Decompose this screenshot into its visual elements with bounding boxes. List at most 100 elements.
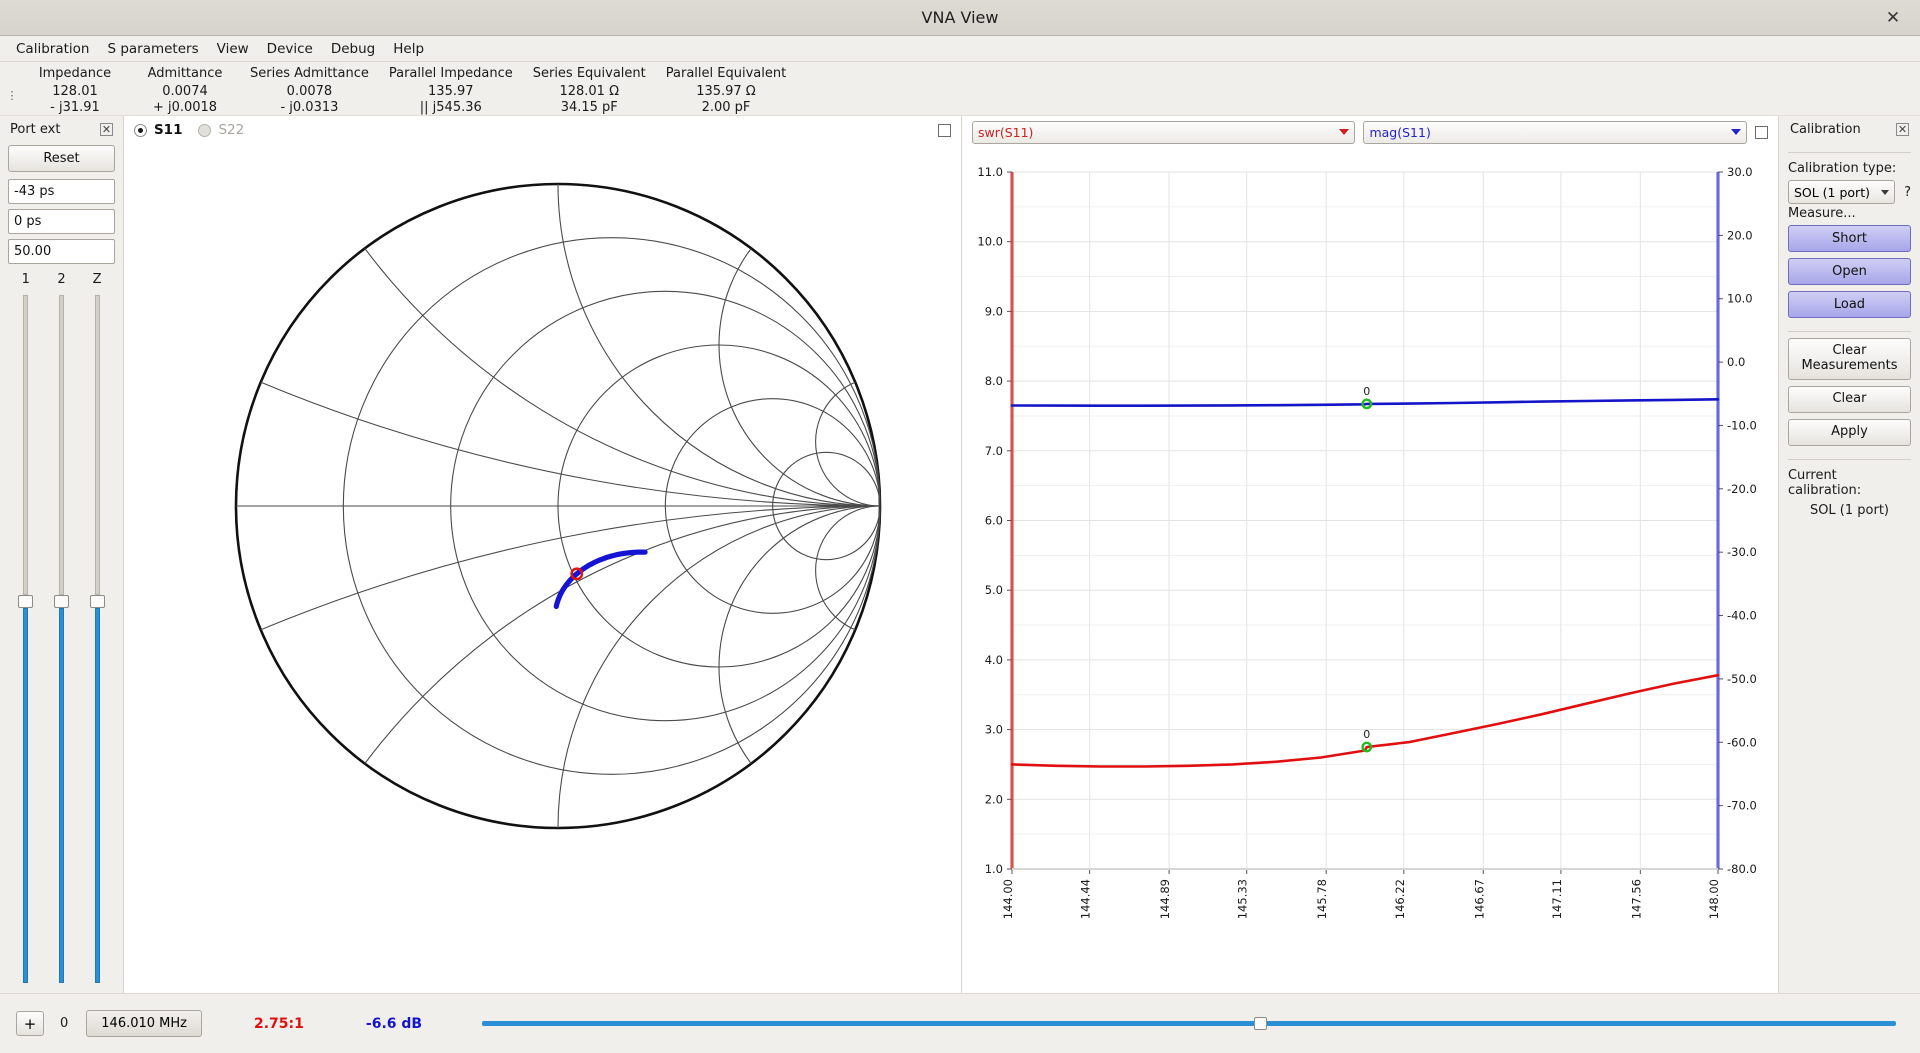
meas-header: Impedance [38,66,112,81]
add-marker-button[interactable]: + [16,1011,44,1036]
reset-button[interactable]: Reset [8,145,115,172]
meas-value-imag: 2.00 pF [701,100,751,115]
smith-detach-icon[interactable] [937,123,951,137]
slider-track-upper [58,295,64,595]
radio-s22[interactable]: S22 [198,122,244,138]
measure-open-button[interactable]: Open [1787,258,1911,285]
svg-text:10.0: 10.0 [1727,292,1753,306]
port-ext-delay2-field[interactable] [8,209,115,234]
svg-text:-20.0: -20.0 [1727,482,1757,496]
rectangular-chart-header: swr(S11) mag(S11) [962,116,1778,144]
svg-text:-60.0: -60.0 [1727,735,1757,749]
svg-text:0: 0 [1363,385,1370,398]
slider-handle[interactable] [1253,1017,1267,1030]
svg-text:4.0: 4.0 [985,653,1003,667]
menu-item-view[interactable]: View [208,38,258,60]
meas-col-parallel-equivalent: Parallel Equivalent 135.97 Ω 2.00 pF [656,62,796,115]
divider [1787,458,1911,460]
slider-impedance[interactable] [79,295,114,983]
menubar: Calibration S parameters View Device Deb… [0,36,1920,62]
trace1-select[interactable]: swr(S11) [971,120,1356,144]
meas-col-impedance: Impedance 128.01 - j31.91 [20,62,130,115]
svg-text:2.0: 2.0 [985,792,1003,806]
status-bar: + 0 146.010 MHz 2.75:1 -6.6 dB [0,993,1920,1053]
svg-text:7.0: 7.0 [985,444,1003,458]
port-ext-title: Port ext [10,122,61,137]
svg-text:11.0: 11.0 [977,165,1003,179]
slider-track-lower [94,608,100,983]
svg-text:147.56: 147.56 [1629,879,1643,919]
menu-item-device[interactable]: Device [258,38,322,60]
menu-item-s-parameters[interactable]: S parameters [98,38,207,60]
close-icon[interactable]: ✕ [1896,123,1909,136]
apply-button[interactable]: Apply [1787,418,1911,446]
current-calibration-label: Current calibration: [1787,467,1862,498]
clear-measurements-button[interactable]: Clear Measurements [1787,338,1911,380]
chevron-down-icon [1730,129,1741,135]
svg-text:0: 0 [1363,728,1370,741]
slider-handle[interactable] [53,595,69,608]
rectangular-chart-canvas[interactable]: 11.0 10.0 9.0 8.0 7.0 6.0 5.0 4.0 3.0 2.0 1.0 30.0 2… [962,144,1778,993]
trace2-select[interactable]: mag(S11) [1363,120,1747,144]
radio-s11[interactable]: S11 [133,122,182,138]
meas-header: Admittance [147,66,223,81]
meas-value-imag: 34.15 pF [560,100,618,115]
slider-port1[interactable] [8,295,43,983]
svg-text:-10.0: -10.0 [1727,418,1757,432]
slider-track-lower [23,608,29,983]
port-ext-header: Port ext ✕ [8,116,115,145]
meas-value: 128.01 [52,84,98,99]
clear-measurements-line1: Clear [1832,343,1867,358]
slider-label-2: 2 [57,272,66,287]
measure-load-button[interactable]: Load [1787,291,1911,318]
svg-text:-80.0: -80.0 [1727,862,1757,876]
svg-text:148.00: 148.00 [1707,879,1721,919]
measure-short-button[interactable]: Short [1787,225,1911,252]
svg-text:145.33: 145.33 [1236,879,1250,919]
divider [1787,152,1911,153]
slider-track-upper [94,295,100,595]
slider-port2[interactable] [44,295,79,983]
svg-text:-40.0: -40.0 [1727,609,1757,623]
meas-value: 128.01 Ω [559,84,620,99]
current-calibration-value: SOL (1 port) [1809,502,1889,518]
svg-text:144.44: 144.44 [1079,879,1093,919]
slider-handle[interactable] [89,595,105,608]
smith-chart-canvas[interactable] [124,144,961,993]
meas-col-parallel-impedance: Parallel Impedance 135.97 || j545.36 [379,62,523,115]
svg-text:-30.0: -30.0 [1727,545,1757,559]
svg-text:6.0: 6.0 [985,514,1003,528]
rectangular-chart-pane: swr(S11) mag(S11) 11.0 10.0 9.0 8.0 7.0 6.0 5.… [961,116,1779,993]
svg-text:146.67: 146.67 [1472,879,1486,919]
clear-button[interactable]: Clear [1787,385,1911,413]
slider-track [482,1021,1896,1026]
slider-handle[interactable] [18,595,34,608]
close-icon[interactable]: ✕ [1880,5,1906,31]
meas-header: Series Admittance [250,66,369,81]
meas-value-imag: - j31.91 [50,100,100,115]
menu-item-calibration[interactable]: Calibration [7,38,98,60]
radio-dot-icon [133,123,147,137]
close-icon[interactable]: ✕ [99,123,113,136]
rect-detach-icon[interactable] [1754,125,1768,139]
measurement-summary-table: ⋮ Impedance 128.01 - j31.91 Admittance 0… [0,62,1920,116]
svg-text:-70.0: -70.0 [1727,799,1757,813]
svg-text:5.0: 5.0 [985,583,1003,597]
smith-chart-svg [234,182,882,830]
marker-frequency-field[interactable]: 146.010 MHz [86,1010,202,1037]
smith-chart-pane: S11 S22 [123,116,962,993]
menu-item-debug[interactable]: Debug [322,38,384,60]
meas-value: 0.0074 [162,84,208,99]
meas-value-imag: || j545.36 [419,100,482,115]
meas-col-admittance: Admittance 0.0074 + j0.0018 [130,62,240,115]
marker-swr-value: 2.75:1 [254,1015,304,1032]
marker-frequency-slider[interactable] [482,1013,1896,1035]
help-icon[interactable]: ? [1904,185,1911,200]
port-ext-impedance-field[interactable] [8,239,115,264]
trace2-label: mag(S11) [1369,124,1431,140]
svg-text:147.11: 147.11 [1550,879,1564,919]
port-ext-delay-field[interactable] [8,179,115,204]
calibration-type-select[interactable]: SOL (1 port) [1787,180,1896,204]
menu-item-help[interactable]: Help [384,38,433,60]
meas-col-series-admittance: Series Admittance 0.0078 - j0.0313 [240,62,379,115]
